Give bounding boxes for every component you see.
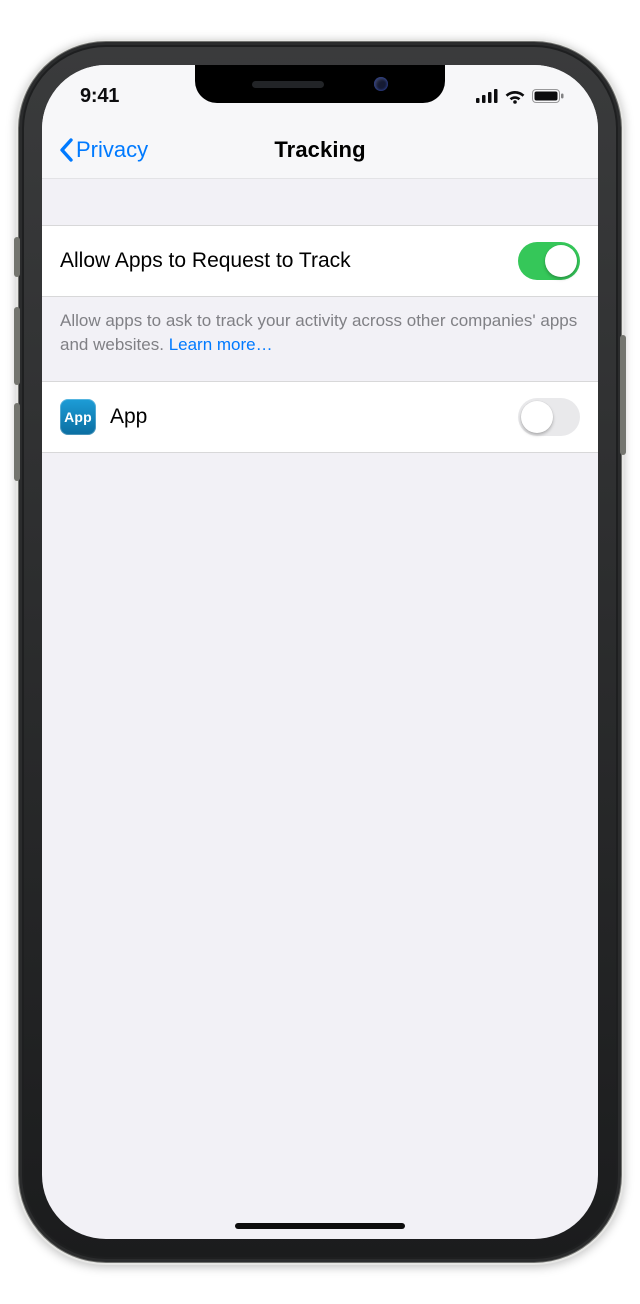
app-row: App App [42, 381, 598, 453]
app-tracking-toggle[interactable] [518, 398, 580, 436]
volume-up-button [14, 307, 20, 385]
learn-more-link[interactable]: Learn more… [169, 335, 273, 354]
speaker-grille [252, 81, 324, 88]
screen: 9:41 [42, 65, 598, 1239]
back-button[interactable]: Privacy [52, 121, 154, 178]
notch [195, 65, 445, 103]
volume-down-button [14, 403, 20, 481]
nav-bar: Privacy Tracking [42, 121, 598, 179]
toggle-knob [545, 245, 577, 277]
allow-apps-to-request-row: Allow Apps to Request to Track [42, 225, 598, 297]
status-time: 9:41 [80, 85, 119, 108]
wifi-icon [504, 88, 526, 104]
apps-list: App App [42, 381, 598, 453]
battery-icon [532, 89, 564, 103]
cellular-icon [476, 89, 498, 103]
front-camera-icon [374, 77, 388, 91]
app-name-label: App [110, 405, 504, 429]
back-label: Privacy [76, 137, 148, 163]
footer-description: Allow apps to ask to track your activity… [60, 311, 577, 354]
toggle-knob [521, 401, 553, 433]
chevron-left-icon [58, 138, 74, 162]
allow-apps-to-request-label: Allow Apps to Request to Track [60, 249, 504, 273]
power-button [620, 335, 626, 455]
page-title: Tracking [274, 137, 365, 163]
section-footer: Allow apps to ask to track your activity… [42, 297, 598, 381]
content-area: Allow Apps to Request to Track Allow app… [42, 179, 598, 1239]
app-icon: App [60, 399, 96, 435]
device-frame: 9:41 [22, 45, 618, 1259]
silence-switch [14, 237, 20, 277]
status-icons [476, 88, 564, 104]
home-indicator[interactable] [235, 1223, 405, 1229]
allow-apps-to-request-toggle[interactable] [518, 242, 580, 280]
